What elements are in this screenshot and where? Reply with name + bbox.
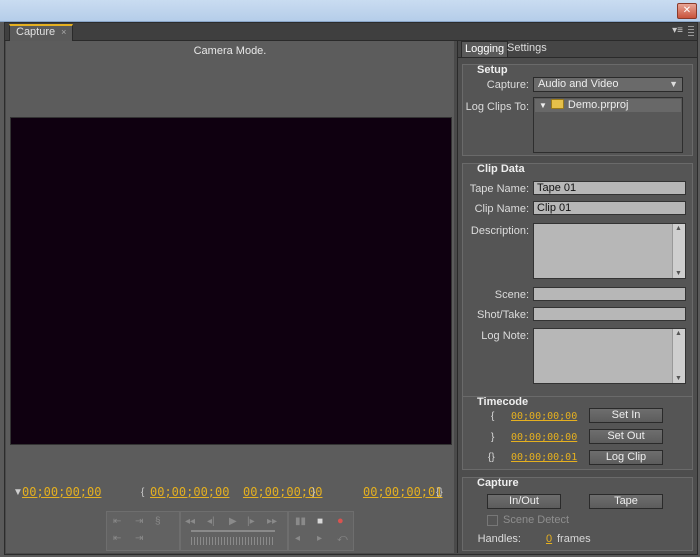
- panel-menu-icon[interactable]: ▾≡: [672, 26, 683, 36]
- goto-in-icon[interactable]: ⇤: [113, 533, 121, 544]
- tape-button[interactable]: Tape: [589, 494, 663, 509]
- out-point-icon: }: [312, 487, 316, 498]
- window-close-button[interactable]: ✕: [677, 3, 697, 19]
- capture-select[interactable]: Audio and Video ▼: [533, 77, 683, 92]
- capture-monitor: Camera Mode. ▼ 00;00;00;00 { 00;00;00;00…: [6, 41, 454, 553]
- tab-capture[interactable]: Capture ×: [9, 24, 74, 42]
- current-timecode[interactable]: 00;00;00;00: [22, 485, 101, 499]
- scene-detect-checkbox[interactable]: [487, 515, 498, 526]
- tab-settings[interactable]: Settings: [504, 41, 550, 56]
- rewind-tape-icon[interactable]: ◂: [295, 533, 300, 544]
- shot-take-label: Shot/Take:: [477, 309, 529, 321]
- capture-controls: ▮▮ ■ ● ◂ ▸ ⤺: [288, 511, 354, 551]
- clip-name-label: Clip Name:: [474, 203, 529, 215]
- in-point-timecode[interactable]: 00;00;00;00: [150, 485, 229, 499]
- log-note-scrollbar[interactable]: ▲ ▼: [672, 329, 685, 383]
- window-titlebar: ✕: [0, 0, 700, 22]
- scene-search-icon[interactable]: ⤺: [337, 533, 348, 544]
- set-out-button[interactable]: Set Out: [589, 429, 663, 444]
- log-clip-button[interactable]: Log Clip: [589, 450, 663, 465]
- step-back-icon[interactable]: ◂|: [207, 516, 215, 527]
- log-note-field[interactable]: ▲ ▼: [533, 328, 686, 384]
- clip-name-field[interactable]: Clip 01: [533, 201, 686, 215]
- out-point-icon: }: [491, 432, 495, 443]
- setup-section: Setup Capture: Audio and Video ▼ Log Cli…: [462, 64, 693, 156]
- logging-panel: Logging Settings Setup Capture: Audio an…: [457, 41, 697, 553]
- marker-controls: ⇤ ⇥ § ⇤ ⇥: [106, 511, 180, 551]
- capture-header: Capture: [477, 477, 519, 489]
- handles-label: Handles:: [477, 533, 521, 545]
- step-forward-icon[interactable]: |▸: [247, 516, 255, 527]
- stop-icon[interactable]: ■: [317, 516, 323, 527]
- log-clips-to-label: Log Clips To:: [465, 101, 529, 113]
- transport-controls: ◂◂ ◂| ▶ |▸ ▸▸: [180, 511, 288, 551]
- duration-timecode[interactable]: 00;00;00;01: [363, 485, 442, 499]
- timecode-header: Timecode: [477, 396, 529, 408]
- record-icon[interactable]: ●: [337, 515, 344, 527]
- tape-name-label: Tape Name:: [469, 183, 529, 195]
- handles-value[interactable]: 0: [546, 533, 552, 545]
- rewind-icon[interactable]: ◂◂: [185, 516, 195, 527]
- frames-label: frames: [557, 533, 591, 545]
- shot-take-field[interactable]: [533, 307, 686, 321]
- set-in-point-icon[interactable]: ⇤: [113, 516, 121, 527]
- capture-panel: Capture × ▾≡ Camera Mode. ▼ 00;00;00;00 {…: [4, 22, 698, 555]
- capture-select-value: Audio and Video: [538, 78, 619, 90]
- out-point-timecode[interactable]: 00;00;00;00: [243, 485, 322, 499]
- scene-detect-label: Scene Detect: [503, 514, 570, 526]
- scroll-down-icon[interactable]: ▼: [675, 270, 682, 277]
- set-out-point-icon[interactable]: ⇥: [135, 516, 143, 527]
- shuttle-slider[interactable]: [191, 530, 275, 532]
- folder-icon: [550, 99, 564, 109]
- tab-close-icon[interactable]: ×: [61, 27, 66, 37]
- timecode-in-value[interactable]: 00;00;00;00: [511, 411, 577, 422]
- scroll-down-icon[interactable]: ▼: [675, 375, 682, 382]
- tab-logging[interactable]: Logging: [461, 41, 509, 57]
- in-point-icon: {: [141, 487, 145, 498]
- description-label: Description:: [470, 225, 529, 237]
- tab-capture-label: Capture: [16, 26, 56, 38]
- in-point-icon: {: [491, 411, 495, 422]
- panel-grip-icon[interactable]: [688, 26, 694, 36]
- log-clips-tree[interactable]: ▼ Demo.prproj: [533, 97, 683, 153]
- video-preview: [10, 117, 452, 445]
- jog-wheel[interactable]: [191, 537, 275, 545]
- setup-header: Setup: [477, 64, 508, 76]
- set-in-button[interactable]: Set In: [589, 408, 663, 423]
- description-field[interactable]: ▲ ▼: [533, 223, 686, 279]
- tape-name-field[interactable]: Tape 01: [533, 181, 686, 195]
- scene-label: Scene:: [494, 289, 529, 301]
- fast-forward-icon[interactable]: ▸▸: [267, 516, 277, 527]
- expand-icon[interactable]: ▼: [539, 101, 547, 110]
- duration-icon: {}: [488, 452, 495, 463]
- tree-row-project[interactable]: ▼ Demo.prproj: [535, 99, 681, 112]
- timecode-duration-value[interactable]: 00;00;00;01: [511, 452, 577, 463]
- timecode-out-value[interactable]: 00;00;00;00: [511, 432, 577, 443]
- marker-icon[interactable]: §: [155, 516, 161, 527]
- timecode-section: Timecode { 00;00;00;00 Set In } 00;00;00…: [462, 396, 693, 470]
- capture-label: Capture:: [486, 79, 529, 91]
- play-icon[interactable]: ▶: [229, 516, 237, 527]
- project-name: Demo.prproj: [567, 99, 629, 111]
- log-note-label: Log Note:: [481, 330, 529, 342]
- panel-tabbar: Capture × ▾≡: [5, 23, 697, 42]
- forward-tape-icon[interactable]: ▸: [317, 533, 322, 544]
- clip-data-section: Clip Data Tape Name: Tape 01 Clip Name: …: [462, 163, 693, 399]
- chevron-down-icon: ▼: [669, 79, 678, 89]
- description-scrollbar[interactable]: ▲ ▼: [672, 224, 685, 278]
- capture-section: Capture In/Out Tape Scene Detect Handles…: [462, 477, 693, 551]
- in-out-button[interactable]: In/Out: [487, 494, 561, 509]
- duration-icon: {}: [436, 487, 443, 498]
- goto-out-icon[interactable]: ⇥: [135, 533, 143, 544]
- pause-icon[interactable]: ▮▮: [295, 516, 306, 527]
- scroll-up-icon[interactable]: ▲: [675, 330, 682, 337]
- monitor-status: Camera Mode.: [193, 45, 267, 57]
- scroll-up-icon[interactable]: ▲: [675, 225, 682, 232]
- logging-tabs: Logging Settings: [458, 41, 697, 58]
- clip-data-header: Clip Data: [477, 163, 525, 175]
- scene-field[interactable]: [533, 287, 686, 301]
